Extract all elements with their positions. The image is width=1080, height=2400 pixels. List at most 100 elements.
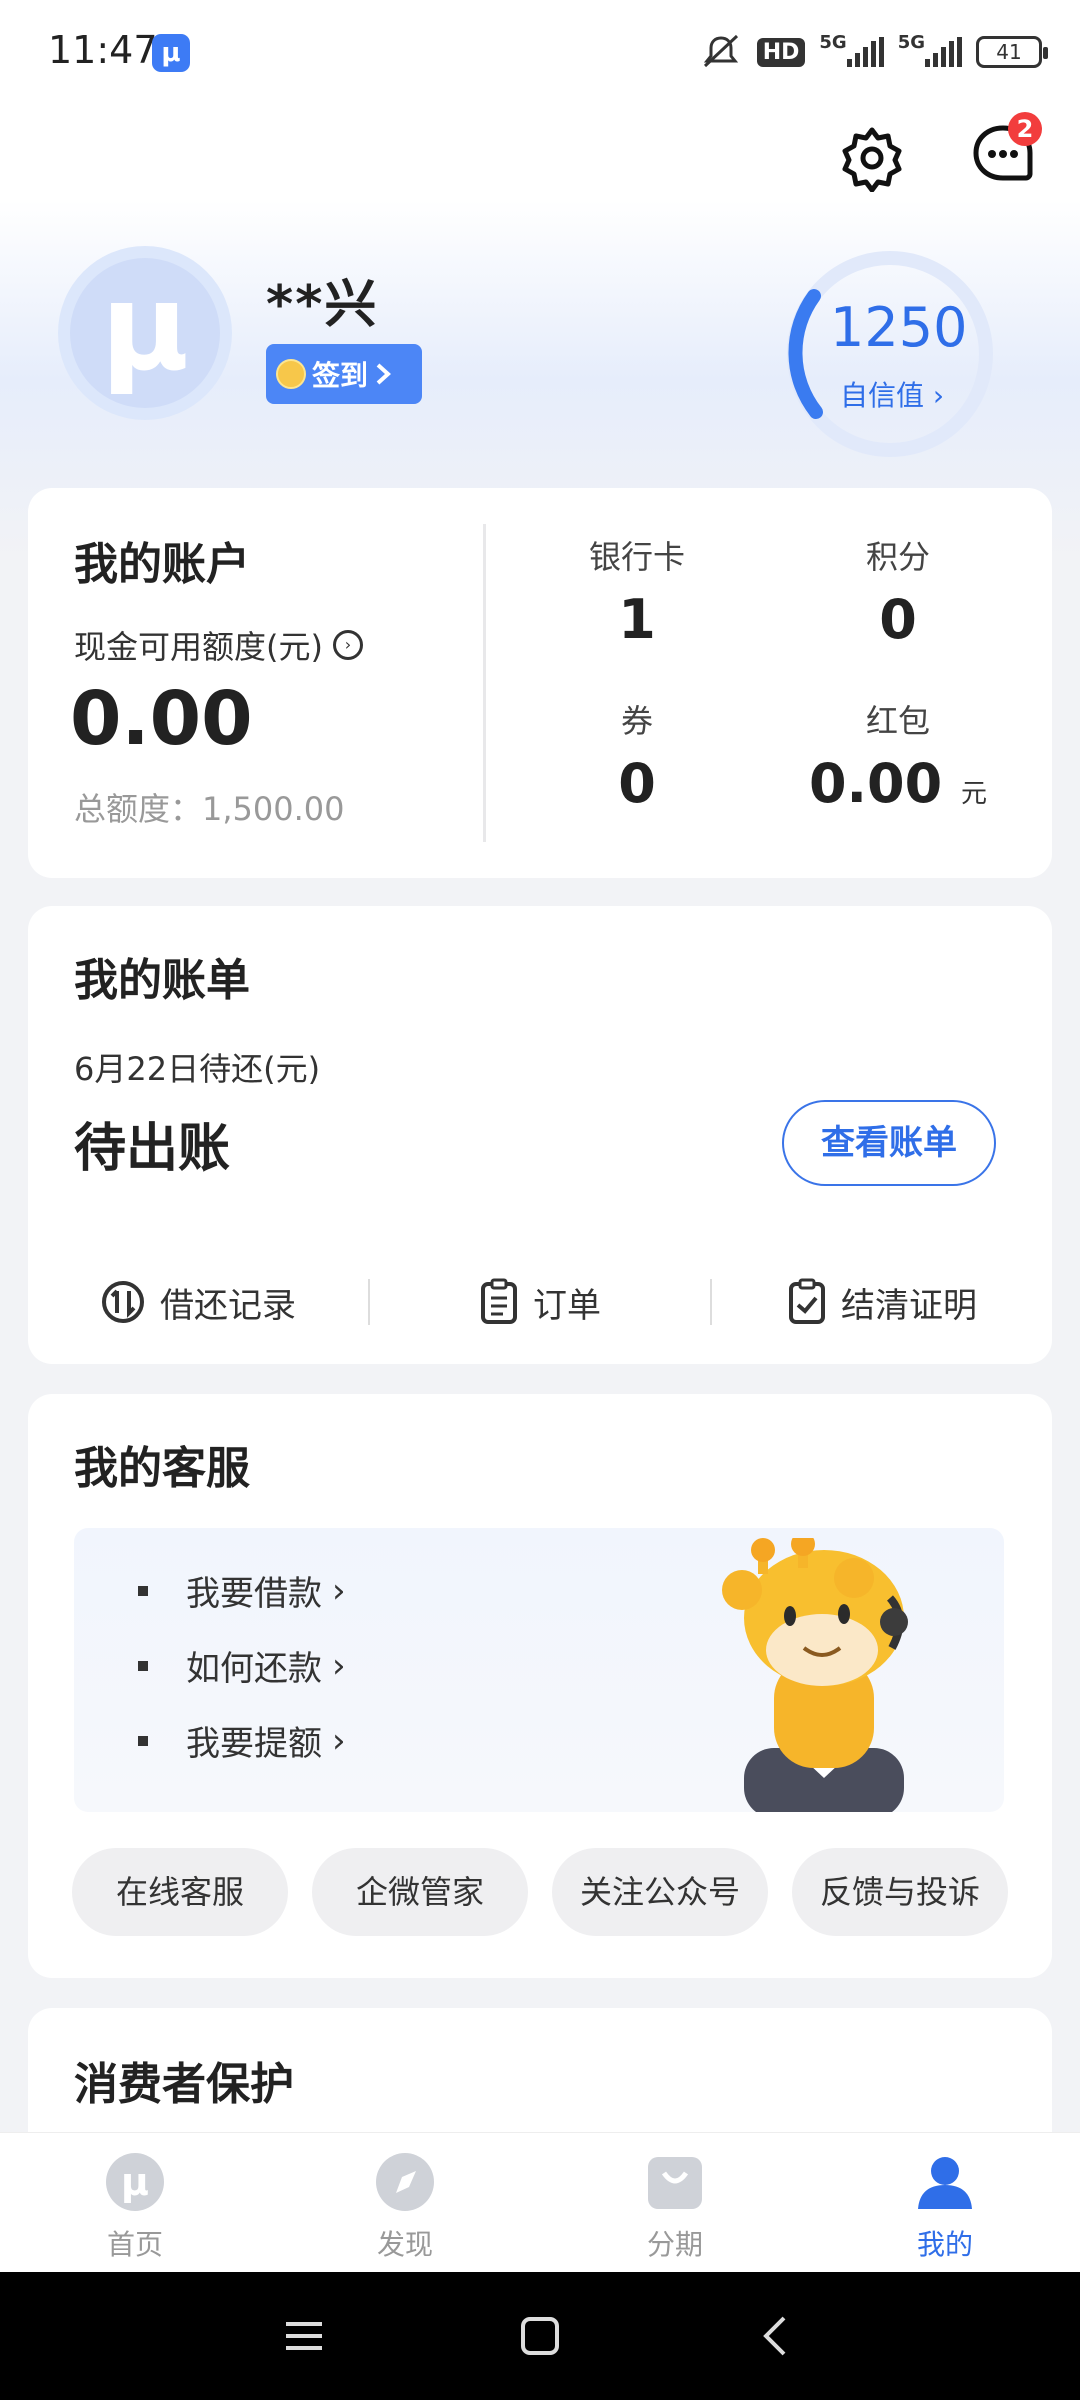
service-faq-panel: 我要借款 › 如何还款 › 我要提额 › xyxy=(74,1528,1004,1812)
network-type-label-2: 5G xyxy=(897,32,925,53)
bill-status: 待出账 xyxy=(74,1119,231,1179)
faq-label: 我要提额 xyxy=(186,1724,322,1764)
hd-voice-icon: HD xyxy=(756,37,806,67)
borrow-repay-records-link[interactable]: 借还记录 xyxy=(28,1278,368,1327)
nav-label: 首页 xyxy=(106,2228,163,2261)
stat-label: 积分 xyxy=(865,538,930,576)
mute-icon xyxy=(699,32,743,72)
nav-item-discover[interactable]: 发现 xyxy=(270,2133,540,2272)
signal-icon: 5G xyxy=(819,32,884,72)
faq-label: 我要借款 xyxy=(186,1574,322,1614)
status-bar: 11:47 μ HD 5G 5G 41 xyxy=(0,0,1080,104)
home-square-icon[interactable] xyxy=(516,2312,564,2360)
credit-score-link[interactable]: 自信值 › xyxy=(840,374,944,414)
nav-item-installment[interactable]: 分期 xyxy=(540,2133,810,2272)
available-credit-text: 现金可用额度(元) xyxy=(74,628,323,666)
battery-icon: 41 xyxy=(976,36,1048,68)
chevron-right-icon: › xyxy=(332,1570,346,1611)
service-title: 我的客服 xyxy=(74,1443,250,1494)
stat-value: 0 xyxy=(618,752,656,815)
nav-item-home[interactable]: μ 首页 xyxy=(0,2133,270,2272)
clipboard-icon xyxy=(481,1278,517,1324)
message-count-badge: 2 xyxy=(1008,112,1042,146)
link-label: 结清证明 xyxy=(841,1285,977,1326)
chevron-right-icon: › xyxy=(332,1720,346,1761)
feedback-complaint-button[interactable]: 反馈与投诉 xyxy=(792,1848,1008,1936)
view-bill-button[interactable]: 查看账单 xyxy=(782,1100,996,1186)
total-credit: 总额度：1,500.00 xyxy=(74,790,345,828)
svg-text:μ: μ xyxy=(121,2160,149,2204)
settings-gear-icon[interactable] xyxy=(838,124,906,193)
bullet xyxy=(138,1660,148,1671)
bottom-navigation: μ 首页 发现 分期 我的 xyxy=(0,2132,1080,2272)
signin-button[interactable]: 签到 xyxy=(266,344,422,404)
nav-label: 我的 xyxy=(916,2228,973,2261)
settlement-certificate-link[interactable]: 结清证明 xyxy=(712,1278,1052,1327)
network-type-label: 5G xyxy=(819,32,847,53)
wecom-butler-button[interactable]: 企微管家 xyxy=(312,1848,528,1936)
status-indicators: HD 5G 5G 41 xyxy=(699,32,1048,72)
nav-label: 分期 xyxy=(646,2228,703,2261)
bill-card: 我的账单 6月22日待还(元) 待出账 查看账单 借还记录 订单 结清证明 xyxy=(28,906,1052,1364)
customer-service-card: 我的客服 我要借款 › 如何还款 › 我要提额 › 在线客服 企微管家 关注公众号 反… xyxy=(28,1394,1052,1978)
menu-icon[interactable] xyxy=(280,2312,328,2360)
stat-coupons[interactable]: 券 0 xyxy=(537,696,737,815)
online-service-button[interactable]: 在线客服 xyxy=(72,1848,288,1936)
giraffe-mascot-illustration xyxy=(722,1538,908,1812)
stat-bank-card[interactable]: 银行卡 1 xyxy=(537,532,737,651)
chevron-right-icon: › xyxy=(932,379,945,412)
bill-links: 借还记录 订单 结清证明 xyxy=(28,1262,1052,1342)
stat-value: 1 xyxy=(618,588,656,651)
account-card: 我的账户 现金可用额度(元) › 0.00 总额度：1,500.00 银行卡 1… xyxy=(28,488,1052,878)
stat-label: 银行卡 xyxy=(588,538,685,576)
username: **兴 xyxy=(266,275,379,335)
bill-due-label: 6月22日待还(元) xyxy=(74,1050,321,1088)
compass-icon xyxy=(376,2153,434,2211)
stat-unit: 元 xyxy=(961,779,988,809)
stat-label: 券 xyxy=(620,702,653,740)
person-icon xyxy=(918,2157,972,2209)
app-notification-icon: μ xyxy=(152,34,190,72)
follow-official-account-button[interactable]: 关注公众号 xyxy=(552,1848,768,1936)
available-credit-amount: 0.00 xyxy=(70,676,253,762)
stat-red-packet[interactable]: 红包 0.00 元 xyxy=(798,696,998,815)
faq-borrow[interactable]: 我要借款 › xyxy=(138,1566,346,1615)
bill-title: 我的账单 xyxy=(74,955,250,1006)
chevron-right-icon: › xyxy=(332,1645,346,1686)
system-navigation-bar xyxy=(0,2272,1080,2400)
clipboard-check-icon xyxy=(789,1278,825,1324)
coin-icon xyxy=(276,359,306,389)
signin-label: 签到 xyxy=(312,359,369,392)
status-time: 11:47 xyxy=(48,28,158,72)
bag-icon xyxy=(648,2157,702,2209)
stat-value: 0.00 元 xyxy=(798,752,998,815)
nav-label: 发现 xyxy=(376,2228,433,2261)
avatar[interactable]: μ xyxy=(58,246,232,420)
stat-label: 红包 xyxy=(865,702,930,740)
available-credit-label[interactable]: 现金可用额度(元) › xyxy=(74,622,363,668)
account-title: 我的账户 xyxy=(74,539,250,590)
faq-repay[interactable]: 如何还款 › xyxy=(138,1641,346,1690)
arrow-circle-icon[interactable]: › xyxy=(332,630,363,660)
protection-title: 消费者保护 xyxy=(74,2059,294,2110)
link-label: 借还记录 xyxy=(160,1285,296,1326)
avatar-logo: μ xyxy=(70,258,220,408)
credit-score-label: 自信值 xyxy=(840,379,925,412)
stat-number: 0.00 xyxy=(808,752,943,815)
bullet xyxy=(138,1735,148,1746)
orders-link[interactable]: 订单 xyxy=(370,1278,710,1327)
chevron-right-icon xyxy=(376,363,392,385)
back-icon[interactable] xyxy=(752,2312,800,2360)
link-label: 订单 xyxy=(533,1285,601,1326)
faq-label: 如何还款 xyxy=(186,1649,322,1689)
stat-points[interactable]: 积分 0 xyxy=(798,532,998,651)
bullet xyxy=(138,1585,148,1596)
home-icon: μ xyxy=(106,2153,164,2211)
faq-increase-limit[interactable]: 我要提额 › xyxy=(138,1716,346,1765)
repay-record-icon xyxy=(102,1281,144,1323)
stat-value: 0 xyxy=(879,588,917,651)
service-chips: 在线客服 企微管家 关注公众号 反馈与投诉 xyxy=(72,1848,1008,1936)
credit-score-value[interactable]: 1250 xyxy=(830,296,967,359)
nav-item-mine[interactable]: 我的 xyxy=(810,2133,1080,2272)
divider xyxy=(483,524,486,842)
